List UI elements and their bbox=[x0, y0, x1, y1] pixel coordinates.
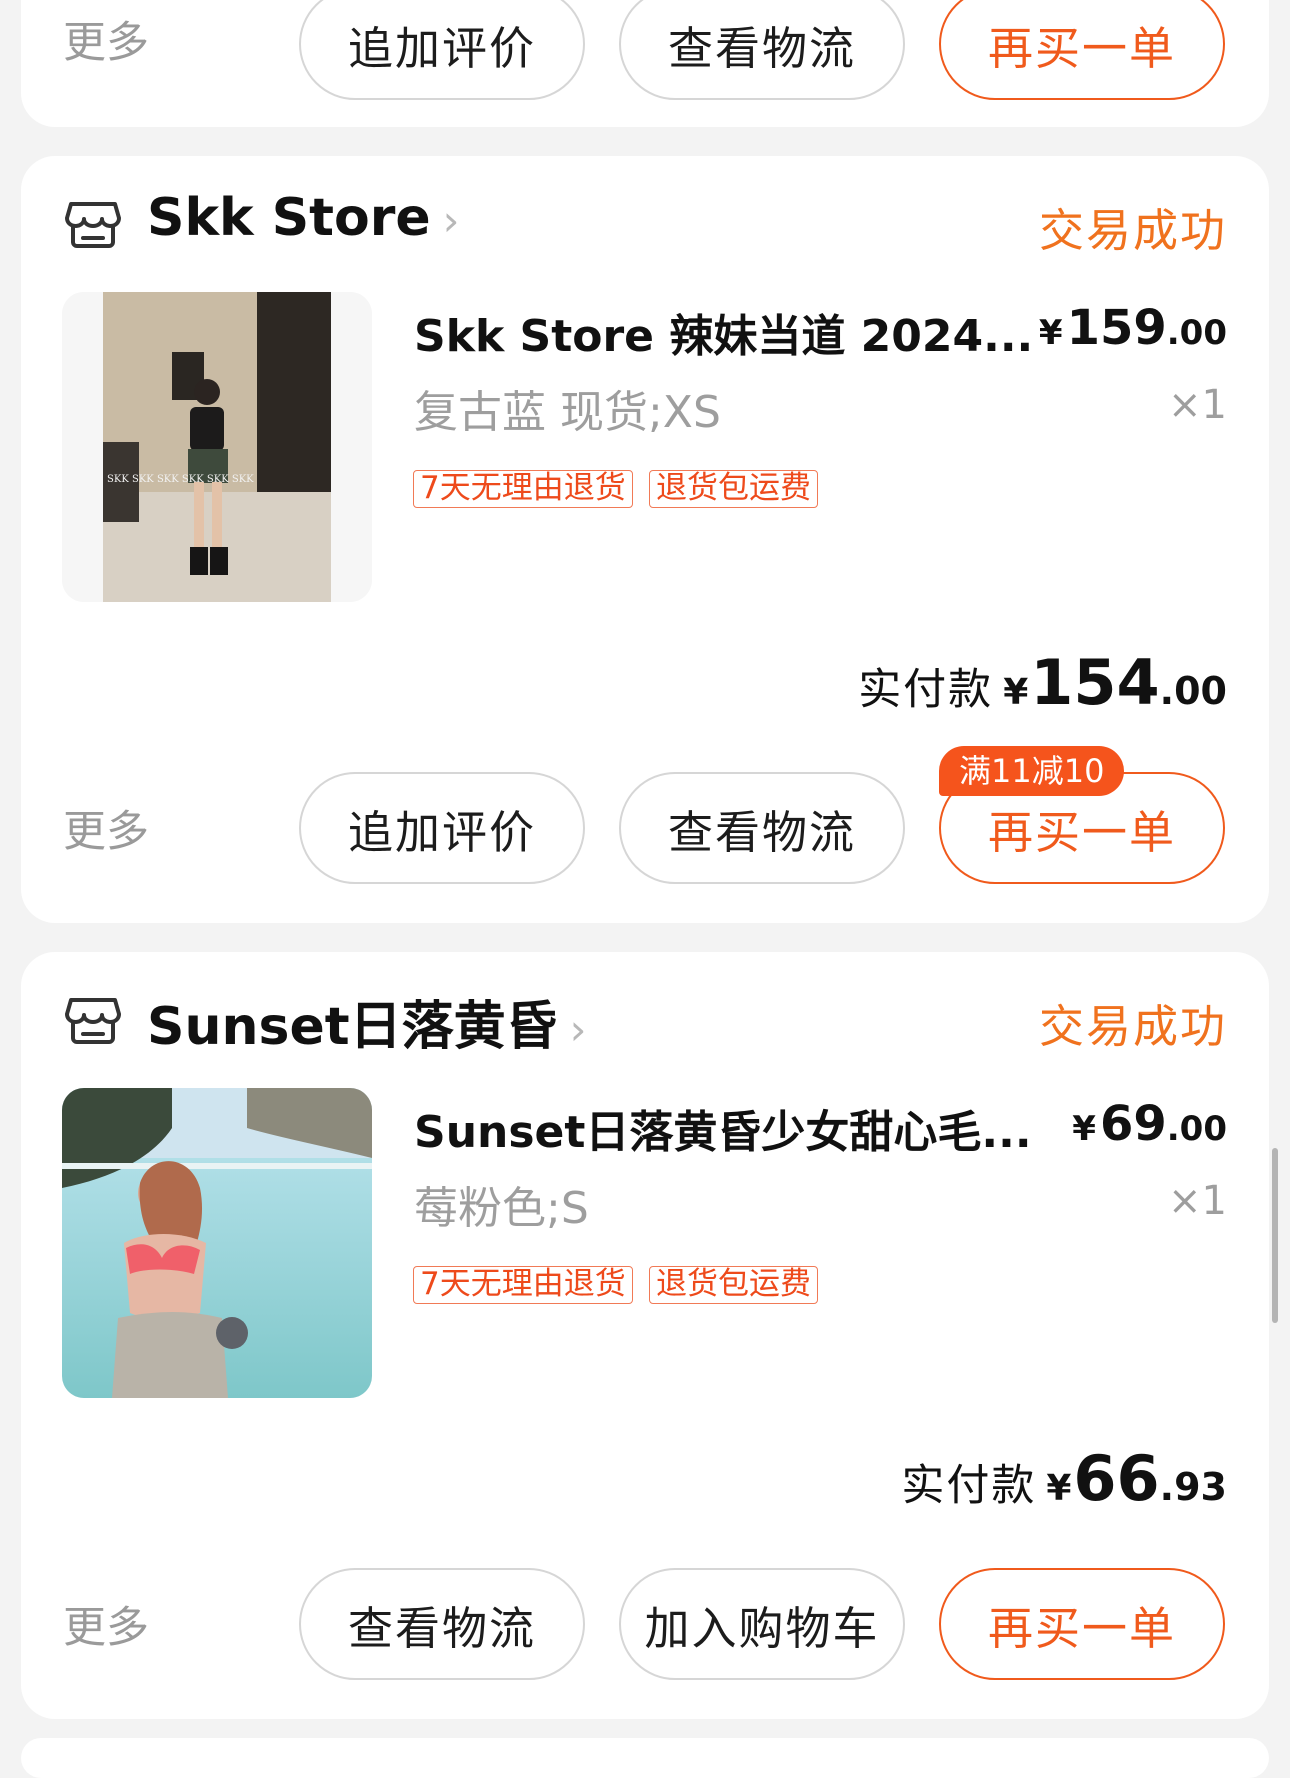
product-price: ¥69.00 bbox=[1072, 1096, 1227, 1152]
currency-symbol: ¥ bbox=[1038, 313, 1063, 353]
shop-name[interactable]: Skk Store › bbox=[147, 188, 459, 248]
product-photo: SKK SKK SKK SKK SKK SKK bbox=[62, 292, 372, 602]
chevron-right-icon: › bbox=[569, 1005, 587, 1054]
more-link[interactable]: 更多 bbox=[63, 797, 149, 859]
currency-symbol: ¥ bbox=[1072, 1109, 1096, 1149]
shop-name[interactable]: Sunset日落黄昏 › bbox=[147, 984, 586, 1059]
add-review-button[interactable]: 追加评价 bbox=[299, 772, 585, 884]
tag-7day-return: 7天无理由退货 bbox=[413, 1266, 633, 1304]
view-logistics-button[interactable]: 查看物流 bbox=[619, 772, 905, 884]
product-image[interactable]: SKK SKK SKK SKK SKK SKK bbox=[62, 292, 372, 602]
buy-again-button[interactable]: 再买一单 bbox=[939, 0, 1225, 100]
paid-amount: 实付款 ¥154.00 bbox=[858, 646, 1227, 719]
tag-return-shipping: 退货包运费 bbox=[649, 470, 818, 508]
product-watermark: SKK SKK SKK SKK SKK SKK bbox=[107, 474, 254, 485]
price-decimal: .00 bbox=[1166, 313, 1227, 353]
shop-name-label[interactable]: Sunset日落黄昏 bbox=[147, 997, 558, 1057]
product-quantity: ×1 bbox=[1168, 382, 1227, 428]
view-logistics-button[interactable]: 查看物流 bbox=[619, 0, 905, 100]
scrollbar[interactable] bbox=[1272, 1148, 1278, 1323]
currency-symbol: ¥ bbox=[1046, 1468, 1072, 1509]
shop-icon bbox=[65, 998, 121, 1044]
paid-label: 实付款 bbox=[901, 1461, 1037, 1511]
product-sku: 复古蓝 现货;XS bbox=[414, 387, 721, 438]
product-quantity: ×1 bbox=[1168, 1178, 1227, 1224]
price-integer: 159 bbox=[1066, 300, 1167, 356]
more-link[interactable]: 更多 bbox=[63, 8, 149, 70]
order-card: Sunset日落黄昏 › 交易成功 Sunset日落黄昏少女甜心毛... ¥69… bbox=[21, 952, 1269, 1719]
order-card-next bbox=[21, 1738, 1269, 1778]
buy-again-button[interactable]: 再买一单 bbox=[939, 1568, 1225, 1680]
more-link[interactable]: 更多 bbox=[63, 1593, 149, 1655]
shop-name-label[interactable]: Skk Store bbox=[147, 188, 431, 248]
paid-decimal: .00 bbox=[1159, 669, 1227, 713]
paid-decimal: .93 bbox=[1159, 1465, 1227, 1509]
product-sku: 莓粉色;S bbox=[414, 1183, 589, 1234]
product-image[interactable] bbox=[62, 1088, 372, 1398]
add-to-cart-button[interactable]: 加入购物车 bbox=[619, 1568, 905, 1680]
product-photo bbox=[62, 1088, 372, 1398]
product-title[interactable]: Skk Store 辣妹当道 2024... bbox=[414, 300, 1033, 364]
price-integer: 69 bbox=[1099, 1096, 1167, 1152]
add-review-button[interactable]: 追加评价 bbox=[299, 0, 585, 100]
order-card-previous: 更多 追加评价 查看物流 再买一单 bbox=[21, 0, 1269, 127]
paid-integer: 154 bbox=[1030, 646, 1160, 719]
price-decimal: .00 bbox=[1166, 1109, 1227, 1149]
paid-amount: 实付款 ¥66.93 bbox=[901, 1442, 1227, 1515]
shop-icon bbox=[65, 202, 121, 248]
promo-badge: 满11减10 bbox=[939, 746, 1125, 796]
view-logistics-button[interactable]: 查看物流 bbox=[299, 1568, 585, 1680]
tag-7day-return: 7天无理由退货 bbox=[413, 470, 633, 508]
currency-symbol: ¥ bbox=[1003, 672, 1029, 713]
order-card: Skk Store › 交易成功 SKK SKK SKK SKK SKK SKK … bbox=[21, 156, 1269, 923]
paid-integer: 66 bbox=[1073, 1442, 1160, 1515]
order-status: 交易成功 bbox=[1038, 204, 1227, 257]
product-price: ¥159.00 bbox=[1039, 300, 1227, 356]
order-status: 交易成功 bbox=[1038, 1000, 1227, 1053]
chevron-right-icon: › bbox=[442, 196, 460, 245]
tag-return-shipping: 退货包运费 bbox=[649, 1266, 818, 1304]
product-title[interactable]: Sunset日落黄昏少女甜心毛... bbox=[414, 1096, 1032, 1160]
paid-label: 实付款 bbox=[858, 665, 994, 715]
